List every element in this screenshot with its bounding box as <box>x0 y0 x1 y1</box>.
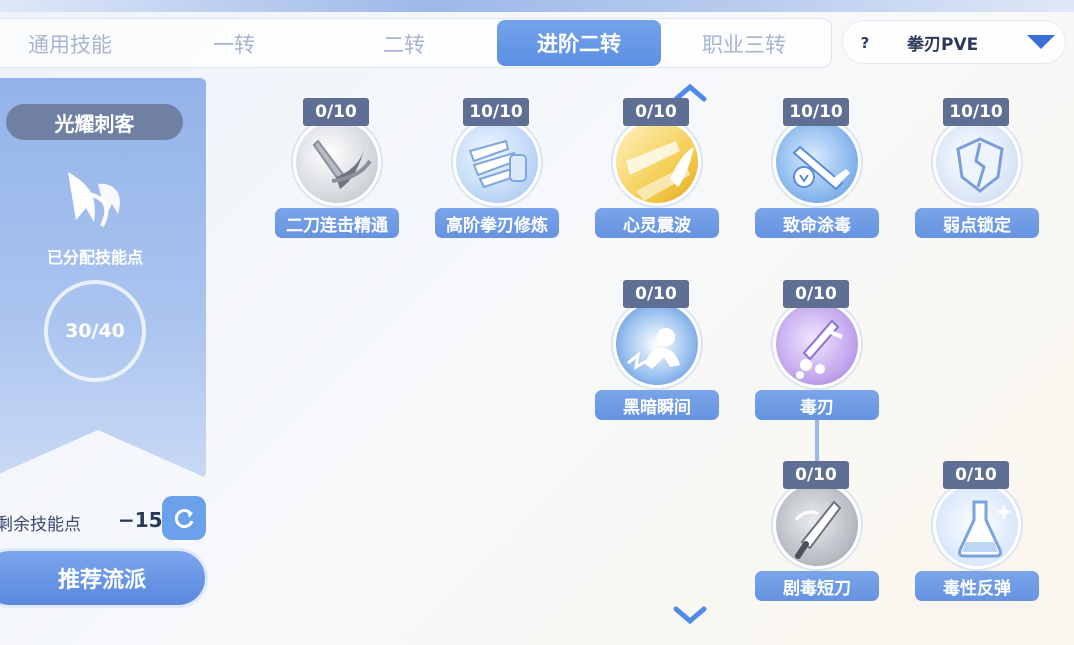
poisoned-sword-icon <box>773 118 861 206</box>
tab-first-job[interactable]: 一转 <box>154 20 314 68</box>
skill-name: 弱点锁定 <box>915 208 1039 238</box>
skill-node[interactable]: 10/10 致命涂毒 <box>755 98 879 248</box>
skill-level-badge: 0/10 <box>783 461 849 489</box>
skill-node[interactable]: 10/10 高阶拳刃修炼 <box>435 98 559 248</box>
skill-name: 黑暗瞬间 <box>595 390 719 420</box>
chevron-down-icon[interactable] <box>1027 35 1055 49</box>
skill-node[interactable]: 0/10 二刀连击精通 <box>275 98 399 248</box>
poison-flask-icon <box>933 481 1021 569</box>
reset-points-button[interactable] <box>162 496 206 540</box>
skill-level-badge: 10/10 <box>943 98 1009 126</box>
assigned-points-label: 已分配技能点 <box>46 248 143 267</box>
tab-third-job[interactable]: 职业三转 <box>664 20 824 68</box>
remaining-points-label: 剩余技能点 <box>0 515 81 535</box>
skill-level-badge: 0/10 <box>623 280 689 308</box>
skill-name: 毒刃 <box>755 390 879 420</box>
skill-level-badge: 0/10 <box>783 280 849 308</box>
assigned-points-value: 30/40 <box>65 320 125 342</box>
psychic-wave-icon <box>613 118 701 206</box>
skill-name: 剧毒短刀 <box>755 571 879 601</box>
skill-name: 高阶拳刃修炼 <box>435 208 559 238</box>
skill-name: 心灵震波 <box>595 208 719 238</box>
help-icon[interactable]: ? <box>851 29 879 57</box>
skill-node[interactable]: 0/10 黑暗瞬间 <box>595 280 719 430</box>
skill-name: 二刀连击精通 <box>275 208 399 238</box>
skill-node[interactable]: 0/10 剧毒短刀 <box>755 461 879 611</box>
skill-level-badge: 10/10 <box>463 98 529 126</box>
class-name-badge: 光耀刺客 <box>6 104 183 140</box>
skill-node[interactable]: 0/10 毒刃 <box>755 280 879 430</box>
skill-node[interactable]: 10/10 弱点锁定 <box>915 98 1039 248</box>
refresh-icon <box>174 509 194 528</box>
skill-level-badge: 10/10 <box>783 98 849 126</box>
skill-level-badge: 0/10 <box>943 461 1009 489</box>
tab-common-skills[interactable]: 通用技能 <box>0 20 150 68</box>
build-selector[interactable]: ? 拳刃PVE <box>842 20 1066 64</box>
crossed-blades-icon <box>293 118 381 206</box>
top-banner-strip <box>0 0 1074 12</box>
chevron-down-icon[interactable] <box>673 605 707 625</box>
skill-node[interactable]: 0/10 心灵震波 <box>595 98 719 248</box>
skill-node[interactable]: 0/10 毒性反弹 <box>915 461 1039 611</box>
skill-name: 致命涂毒 <box>755 208 879 238</box>
venom-dagger-icon <box>773 481 861 569</box>
claw-blades-icon <box>453 118 541 206</box>
recommended-build-button[interactable]: 推荐流派 <box>0 548 208 608</box>
broken-shield-icon <box>933 118 1021 206</box>
tab-second-job[interactable]: 二转 <box>324 20 484 68</box>
poison-blade-icon <box>773 300 861 388</box>
remaining-points-value: −15 <box>118 508 163 532</box>
build-selector-label: 拳刃PVE <box>907 35 979 55</box>
skill-level-badge: 0/10 <box>623 98 689 126</box>
skill-level-badge: 0/10 <box>303 98 369 126</box>
dark-dash-icon <box>613 300 701 388</box>
tab-advanced-second-job[interactable]: 进阶二转 <box>497 20 661 66</box>
skill-name: 毒性反弹 <box>915 571 1039 601</box>
class-emblem-icon <box>68 172 120 227</box>
assigned-points-ring: 30/40 <box>44 280 146 382</box>
